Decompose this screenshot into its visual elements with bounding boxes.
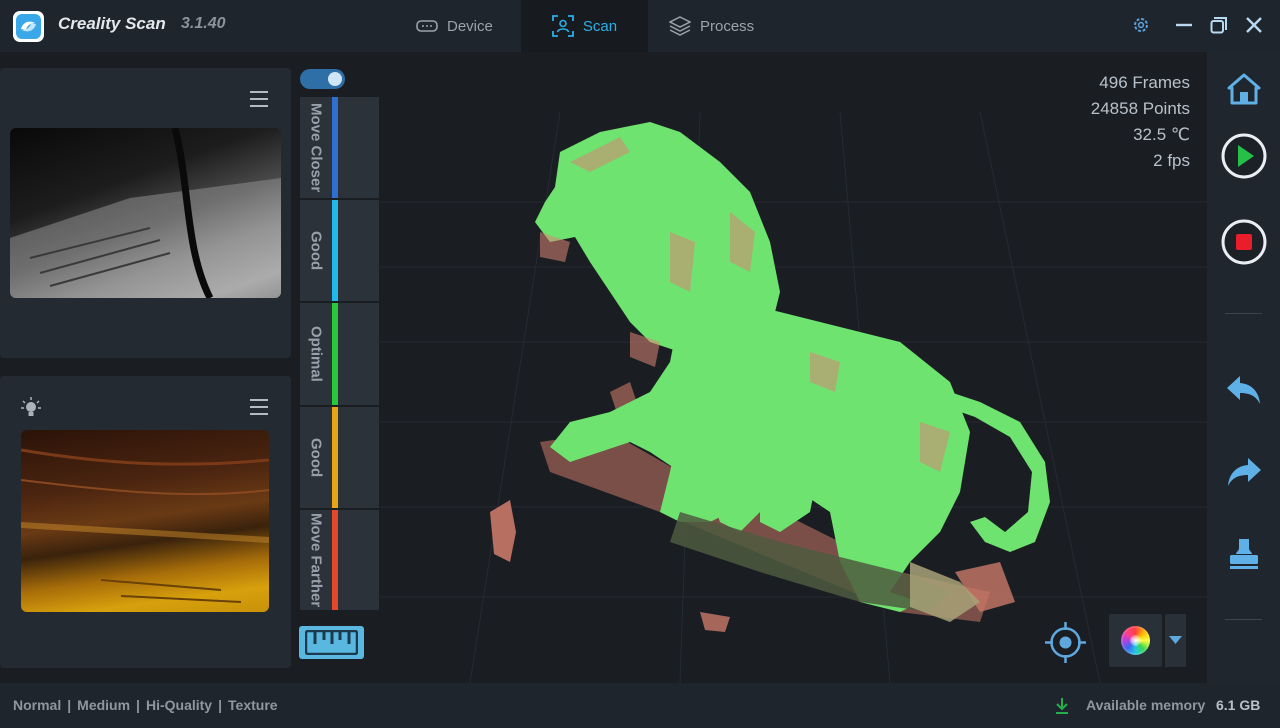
undo-icon	[1226, 376, 1260, 404]
chevron-down-icon	[1169, 636, 1182, 644]
stop-scan-button[interactable]	[1207, 218, 1280, 266]
color-camera-menu-button[interactable]	[248, 396, 270, 418]
mode-object-size: Medium	[77, 697, 131, 713]
undo-button[interactable]	[1207, 372, 1280, 408]
lightbulb-icon[interactable]	[21, 397, 41, 419]
status-bar: Normal | Medium | Hi-Quality | Texture Availab…	[0, 683, 1280, 728]
ir-camera-menu-button[interactable]	[248, 88, 270, 110]
home-icon	[1227, 73, 1260, 105]
distance-optimal: Optimal	[300, 303, 379, 405]
frames-count: 496 Frames	[1099, 73, 1190, 92]
app-title: Creality Scan	[58, 14, 166, 33]
mode-texture: Texture	[228, 697, 278, 713]
play-icon	[1221, 133, 1266, 179]
recenter-button[interactable]	[1043, 620, 1088, 665]
restore-icon	[1210, 17, 1227, 34]
close-icon	[1246, 17, 1262, 33]
ruler-icon	[305, 630, 358, 655]
toolbar-divider	[1225, 313, 1262, 314]
tab-scan[interactable]: Scan	[521, 0, 648, 52]
device-icon	[416, 20, 438, 32]
distance-good-far: Good	[300, 407, 379, 508]
distance-good-near: Good	[300, 200, 379, 301]
stop-icon	[1221, 219, 1266, 265]
stamp-icon	[1229, 539, 1258, 569]
points-count: 24858 Points	[1090, 99, 1190, 118]
color-mode-button[interactable]	[1109, 614, 1162, 667]
ir-camera-preview	[10, 128, 281, 298]
memory-icon	[1056, 698, 1068, 714]
settings-button[interactable]	[1128, 12, 1154, 38]
title-bar: Creality Scan 3.1.40 Device Scan Process	[0, 0, 1280, 52]
tab-device-label: Device	[447, 17, 493, 35]
color-camera-preview	[21, 430, 269, 612]
distance-toggle[interactable]	[300, 69, 345, 89]
app-logo	[13, 11, 44, 42]
distance-move-farther: Move Farther	[300, 510, 379, 610]
memory-label: Available memory	[1086, 697, 1206, 713]
scan-toolbar	[1207, 52, 1280, 683]
tab-scan-label: Scan	[582, 17, 618, 35]
tab-device[interactable]: Device	[416, 0, 520, 52]
scan-icon	[551, 15, 574, 37]
redo-button[interactable]	[1207, 454, 1280, 490]
tab-process-label: Process	[700, 17, 755, 35]
stamp-button[interactable]	[1207, 536, 1280, 572]
color-mode-dropdown[interactable]	[1165, 614, 1186, 667]
app-version: 3.1.40	[181, 15, 226, 32]
color-wheel-icon	[1121, 626, 1150, 655]
minimize-icon	[1176, 23, 1192, 27]
mode-precision: Normal	[13, 697, 62, 713]
redo-icon	[1227, 458, 1261, 486]
restore-button[interactable]	[1206, 12, 1232, 38]
toolbar-divider	[1225, 619, 1262, 620]
distance-move-closer: Move Closer	[300, 97, 379, 198]
ruler-button[interactable]	[299, 626, 364, 659]
distance-label: Good	[307, 230, 325, 271]
distance-label: Good	[307, 437, 325, 478]
minimize-button[interactable]	[1171, 12, 1197, 38]
tab-process[interactable]: Process	[669, 0, 779, 52]
distance-label: Move Farther	[307, 512, 325, 608]
crosshair-icon	[1045, 622, 1086, 663]
distance-label: Optimal	[307, 326, 325, 382]
start-scan-button[interactable]	[1207, 132, 1280, 180]
scan-stats: 496 Frames 24858 Points 32.5 ℃ 2 fps	[1091, 70, 1190, 174]
close-button[interactable]	[1241, 12, 1267, 38]
distance-label: Move Closer	[307, 102, 325, 193]
layers-icon	[669, 16, 691, 36]
memory-value: 6.1 GB	[1216, 697, 1261, 713]
lion-scan-model	[490, 122, 1050, 632]
temperature-readout: 32.5 ℃	[1133, 125, 1190, 144]
home-button[interactable]	[1207, 69, 1280, 109]
settings-icon	[1134, 18, 1148, 32]
scan-mode-summary: Normal | Medium | Hi-Quality | Texture	[13, 697, 278, 713]
fps-readout: 2 fps	[1153, 151, 1190, 170]
mode-quality: Hi-Quality	[145, 697, 213, 713]
